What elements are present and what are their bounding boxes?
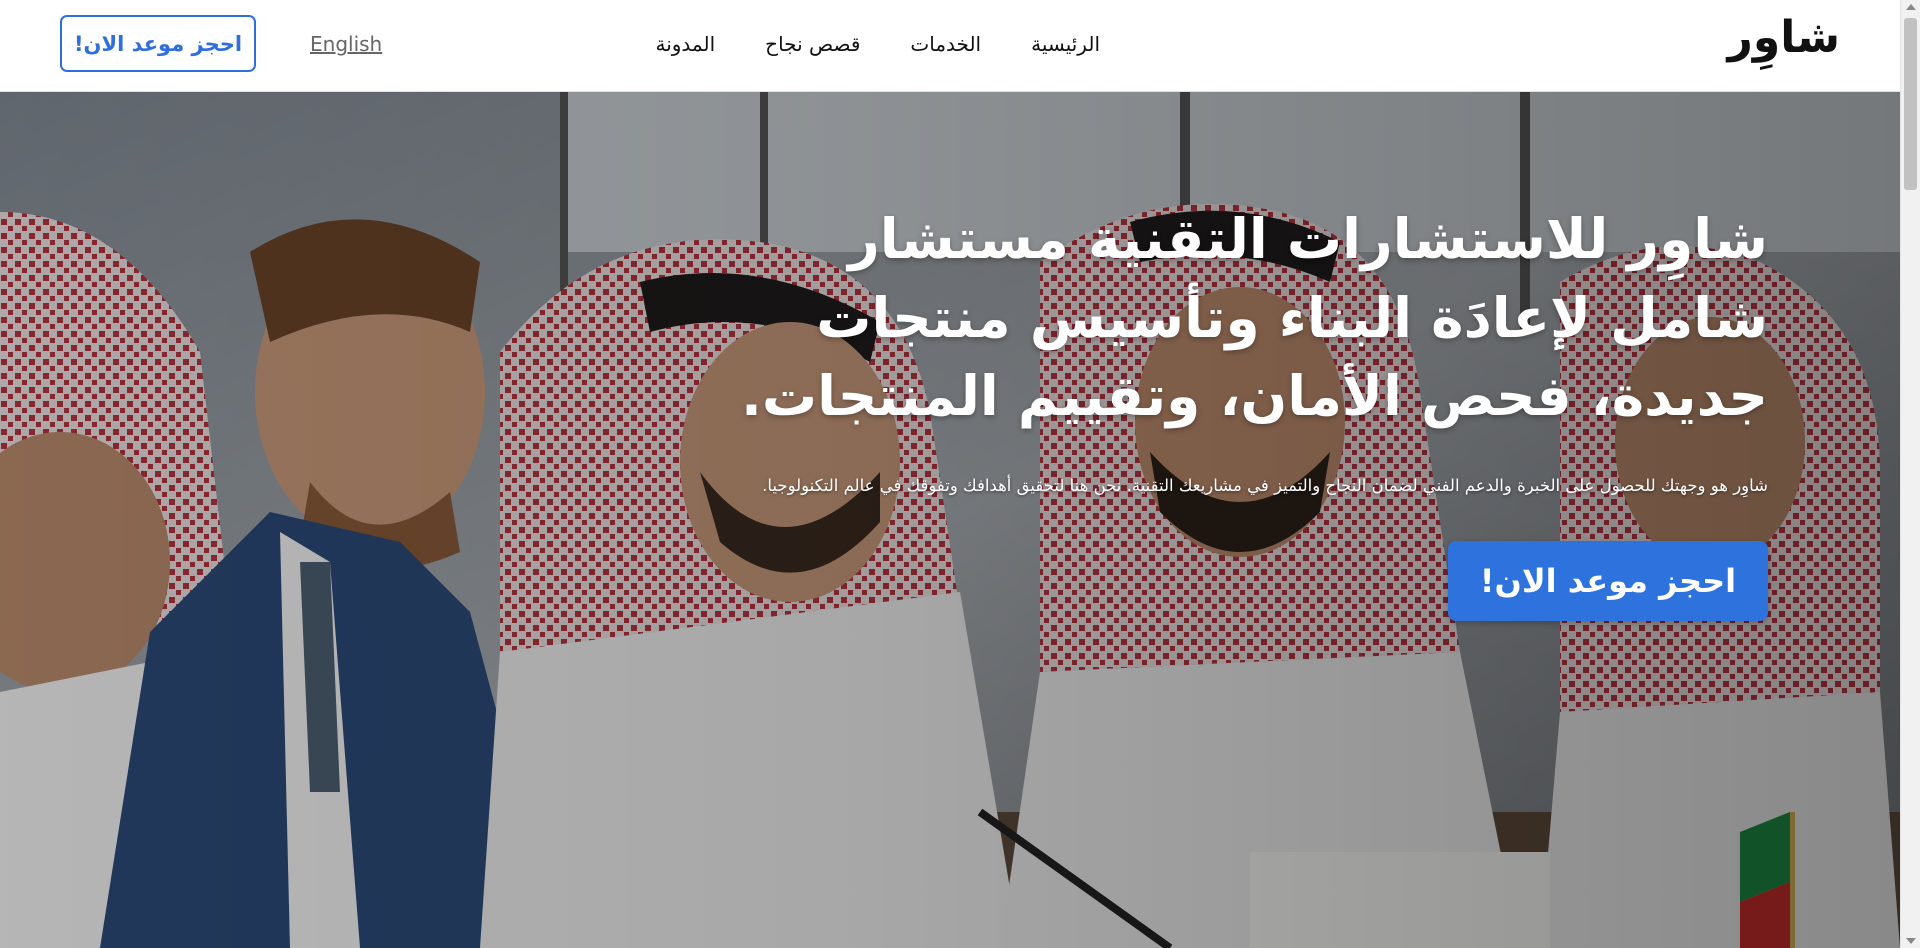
header-book-appointment-button[interactable]: احجز موعد الان! xyxy=(60,15,256,72)
scroll-up-arrow-icon[interactable] xyxy=(1906,4,1916,10)
nav-success-stories-link[interactable]: قصص نجاح xyxy=(765,32,860,56)
scrollbar-thumb[interactable] xyxy=(1904,18,1917,190)
vertical-scrollbar[interactable] xyxy=(1900,0,1920,948)
site-logo[interactable]: شاوِر xyxy=(1728,16,1840,60)
language-switch-link[interactable]: English xyxy=(310,32,382,56)
nav-home-link[interactable]: الرئيسية xyxy=(1031,32,1100,56)
scroll-down-arrow-icon[interactable] xyxy=(1906,938,1916,944)
page: شاوِر الرئيسية الخدمات قصص نجاح المدونة … xyxy=(0,0,1900,948)
hero-section: شاوِر للاستشارات التقنية مستشار شامل لإع… xyxy=(0,92,1900,948)
hero-title: شاوِر للاستشارات التقنية مستشار شامل لإع… xyxy=(740,207,1768,429)
hero-content: شاوِر للاستشارات التقنية مستشار شامل لإع… xyxy=(708,200,1768,495)
hero-subtitle: شاوِر هو وجهتك للحصول على الخبرة والدعم … xyxy=(762,475,1768,495)
nav-services-link[interactable]: الخدمات xyxy=(910,32,981,56)
nav-blog-link[interactable]: المدونة xyxy=(655,32,715,56)
top-navbar: شاوِر الرئيسية الخدمات قصص نجاح المدونة … xyxy=(0,0,1900,92)
hero-book-appointment-button[interactable]: احجز موعد الان! xyxy=(1448,541,1768,621)
main-nav: الرئيسية الخدمات قصص نجاح المدونة xyxy=(655,32,1100,56)
